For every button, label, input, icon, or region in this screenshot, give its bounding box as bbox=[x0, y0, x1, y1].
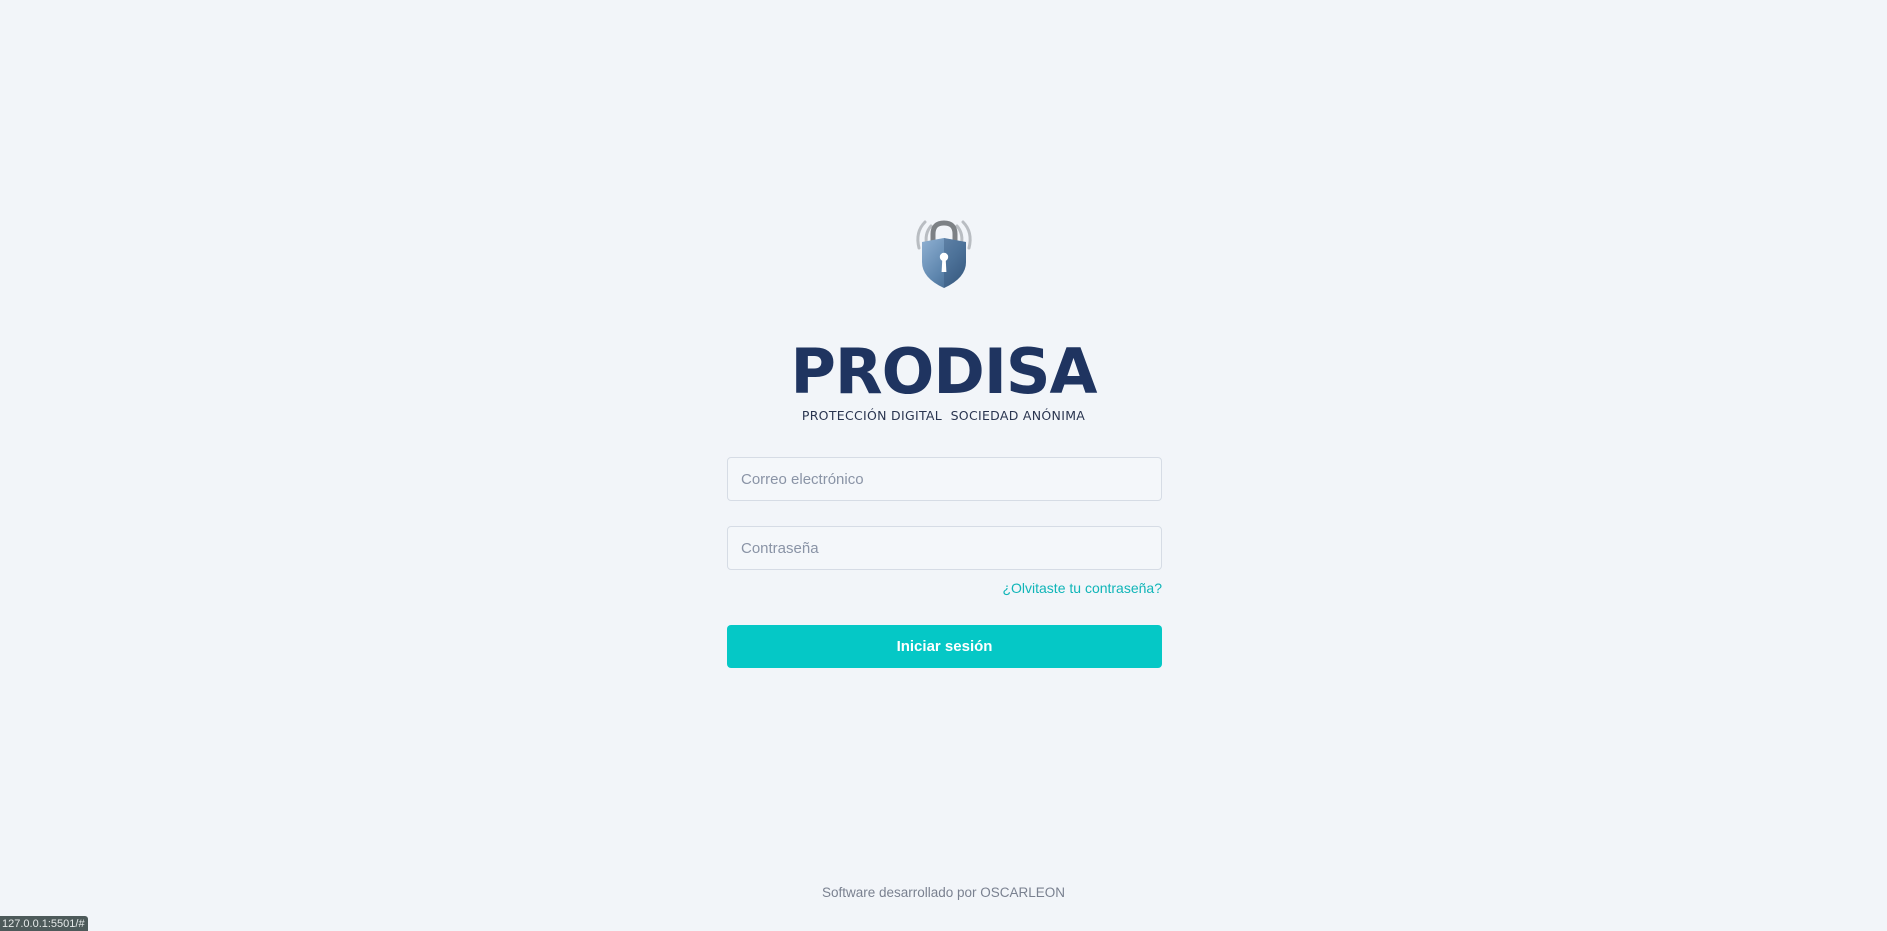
footer-credit: Software desarrollado por OSCARLEON bbox=[821, 885, 1066, 900]
brand-name: PRODISA bbox=[790, 335, 1097, 408]
email-field[interactable] bbox=[727, 457, 1162, 501]
login-page: PRODISA PROTECCIÓN DIGITAL SOCIEDAD ANÓN… bbox=[0, 0, 1887, 931]
status-bar-url: 127.0.0.1:5501/# bbox=[0, 916, 88, 931]
password-field[interactable] bbox=[727, 526, 1162, 570]
brand-tagline: PROTECCIÓN DIGITAL SOCIEDAD ANÓNIMA bbox=[801, 408, 1086, 423]
forgot-password-link[interactable]: ¿Olvitaste tu contraseña? bbox=[1002, 580, 1162, 596]
shield-lock-wireless-icon bbox=[916, 220, 972, 288]
login-button[interactable]: Iniciar sesión bbox=[727, 625, 1162, 668]
